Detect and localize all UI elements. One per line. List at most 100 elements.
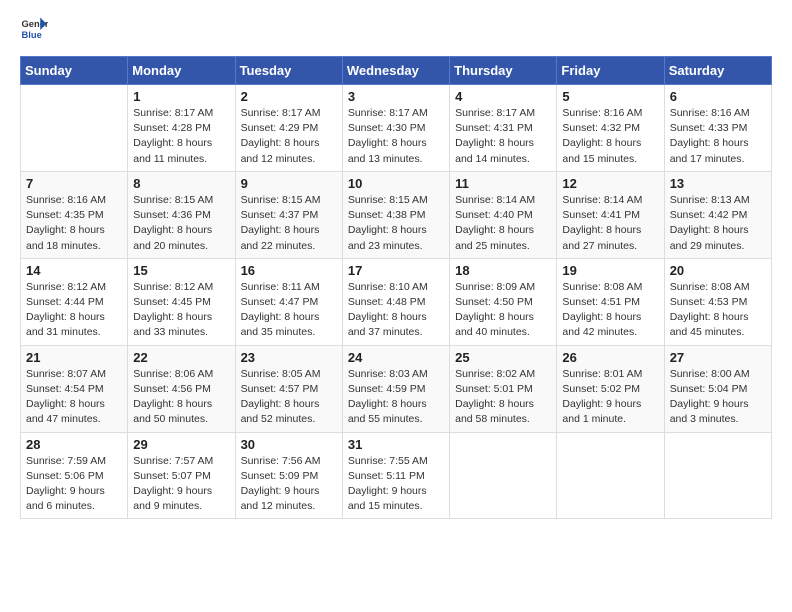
day-number: 5 — [562, 89, 658, 104]
calendar-cell — [664, 432, 771, 519]
calendar-cell: 14 Sunrise: 8:12 AM Sunset: 4:44 PM Dayli… — [21, 258, 128, 345]
calendar-cell — [557, 432, 664, 519]
day-number: 26 — [562, 350, 658, 365]
day-number: 16 — [241, 263, 337, 278]
day-info: Sunrise: 8:17 AM Sunset: 4:30 PM Dayligh… — [348, 106, 444, 167]
day-number: 18 — [455, 263, 551, 278]
day-number: 27 — [670, 350, 766, 365]
calendar-cell: 8 Sunrise: 8:15 AM Sunset: 4:36 PM Daylig… — [128, 171, 235, 258]
day-info: Sunrise: 8:15 AM Sunset: 4:36 PM Dayligh… — [133, 193, 229, 254]
day-number: 20 — [670, 263, 766, 278]
calendar-cell: 16Sunrise: 8:11 AM Sunset: 4:47 PM Dayli… — [235, 258, 342, 345]
day-number: 11 — [455, 176, 551, 191]
header-day-friday: Friday — [557, 57, 664, 85]
calendar-cell: 25 Sunrise: 8:02 AM Sunset: 5:01 PM Dayli… — [450, 345, 557, 432]
calendar-cell: 3 Sunrise: 8:17 AM Sunset: 4:30 PM Daylig… — [342, 85, 449, 172]
day-number: 28 — [26, 437, 122, 452]
calendar-cell: 2 Sunrise: 8:17 AM Sunset: 4:29 PM Daylig… — [235, 85, 342, 172]
day-info: Sunrise: 8:12 AM Sunset: 4:45 PM Dayligh… — [133, 280, 229, 341]
day-number: 22 — [133, 350, 229, 365]
week-row-1: 1Sunrise: 8:17 AM Sunset: 4:28 PM Daylig… — [21, 85, 772, 172]
day-info: Sunrise: 8:01 AM Sunset: 5:02 PM Dayligh… — [562, 367, 658, 428]
day-number: 19 — [562, 263, 658, 278]
calendar-cell: 21 Sunrise: 8:07 AM Sunset: 4:54 PM Dayli… — [21, 345, 128, 432]
week-row-5: 28 Sunrise: 7:59 AM Sunset: 5:06 PM Dayli… — [21, 432, 772, 519]
calendar-cell: 26 Sunrise: 8:01 AM Sunset: 5:02 PM Dayli… — [557, 345, 664, 432]
calendar-cell: 12 Sunrise: 8:14 AM Sunset: 4:41 PM Dayli… — [557, 171, 664, 258]
day-info: Sunrise: 8:05 AM Sunset: 4:57 PM Dayligh… — [241, 367, 337, 428]
header-row: SundayMondayTuesdayWednesdayThursdayFrid… — [21, 57, 772, 85]
calendar-cell: 10 Sunrise: 8:15 AM Sunset: 4:38 PM Dayli… — [342, 171, 449, 258]
day-number: 4 — [455, 89, 551, 104]
day-info: Sunrise: 8:08 AM Sunset: 4:51 PM Dayligh… — [562, 280, 658, 341]
calendar-cell: 28 Sunrise: 7:59 AM Sunset: 5:06 PM Dayli… — [21, 432, 128, 519]
day-info: Sunrise: 8:12 AM Sunset: 4:44 PM Dayligh… — [26, 280, 122, 341]
calendar-table: SundayMondayTuesdayWednesdayThursdayFrid… — [20, 56, 772, 519]
day-number: 13 — [670, 176, 766, 191]
day-info: Sunrise: 8:14 AM Sunset: 4:40 PM Dayligh… — [455, 193, 551, 254]
calendar-cell: 20 Sunrise: 8:08 AM Sunset: 4:53 PM Dayli… — [664, 258, 771, 345]
day-number: 10 — [348, 176, 444, 191]
calendar-cell: 6 Sunrise: 8:16 AM Sunset: 4:33 PM Daylig… — [664, 85, 771, 172]
day-info: Sunrise: 8:00 AM Sunset: 5:04 PM Dayligh… — [670, 367, 766, 428]
calendar-cell: 11 Sunrise: 8:14 AM Sunset: 4:40 PM Dayli… — [450, 171, 557, 258]
day-number: 1 — [133, 89, 229, 104]
day-number: 25 — [455, 350, 551, 365]
day-info: Sunrise: 8:15 AM Sunset: 4:38 PM Dayligh… — [348, 193, 444, 254]
day-number: 6 — [670, 89, 766, 104]
calendar-cell: 18 Sunrise: 8:09 AM Sunset: 4:50 PM Dayli… — [450, 258, 557, 345]
day-number: 21 — [26, 350, 122, 365]
day-number: 2 — [241, 89, 337, 104]
calendar-cell: 22 Sunrise: 8:06 AM Sunset: 4:56 PM Dayli… — [128, 345, 235, 432]
calendar-cell — [21, 85, 128, 172]
day-info: Sunrise: 8:06 AM Sunset: 4:56 PM Dayligh… — [133, 367, 229, 428]
day-info: Sunrise: 8:16 AM Sunset: 4:32 PM Dayligh… — [562, 106, 658, 167]
day-info: Sunrise: 7:57 AM Sunset: 5:07 PM Dayligh… — [133, 454, 229, 515]
calendar-cell: 1Sunrise: 8:17 AM Sunset: 4:28 PM Daylig… — [128, 85, 235, 172]
day-number: 9 — [241, 176, 337, 191]
calendar-cell: 9Sunrise: 8:15 AM Sunset: 4:37 PM Daylig… — [235, 171, 342, 258]
page-header: General Blue — [20, 16, 772, 44]
calendar-cell: 13 Sunrise: 8:13 AM Sunset: 4:42 PM Dayli… — [664, 171, 771, 258]
svg-text:Blue: Blue — [22, 30, 42, 40]
calendar-body: 1Sunrise: 8:17 AM Sunset: 4:28 PM Daylig… — [21, 85, 772, 519]
logo: General Blue — [20, 16, 48, 44]
day-info: Sunrise: 8:03 AM Sunset: 4:59 PM Dayligh… — [348, 367, 444, 428]
day-info: Sunrise: 8:07 AM Sunset: 4:54 PM Dayligh… — [26, 367, 122, 428]
day-number: 12 — [562, 176, 658, 191]
week-row-4: 21 Sunrise: 8:07 AM Sunset: 4:54 PM Dayli… — [21, 345, 772, 432]
calendar-cell: 29 Sunrise: 7:57 AM Sunset: 5:07 PM Dayli… — [128, 432, 235, 519]
header-day-tuesday: Tuesday — [235, 57, 342, 85]
day-info: Sunrise: 7:55 AM Sunset: 5:11 PM Dayligh… — [348, 454, 444, 515]
day-number: 8 — [133, 176, 229, 191]
calendar-cell: 7 Sunrise: 8:16 AM Sunset: 4:35 PM Daylig… — [21, 171, 128, 258]
week-row-2: 7 Sunrise: 8:16 AM Sunset: 4:35 PM Daylig… — [21, 171, 772, 258]
day-number: 30 — [241, 437, 337, 452]
day-info: Sunrise: 8:14 AM Sunset: 4:41 PM Dayligh… — [562, 193, 658, 254]
day-info: Sunrise: 8:16 AM Sunset: 4:35 PM Dayligh… — [26, 193, 122, 254]
day-info: Sunrise: 8:09 AM Sunset: 4:50 PM Dayligh… — [455, 280, 551, 341]
day-info: Sunrise: 7:56 AM Sunset: 5:09 PM Dayligh… — [241, 454, 337, 515]
day-number: 23 — [241, 350, 337, 365]
day-number: 31 — [348, 437, 444, 452]
day-info: Sunrise: 8:17 AM Sunset: 4:31 PM Dayligh… — [455, 106, 551, 167]
day-info: Sunrise: 8:13 AM Sunset: 4:42 PM Dayligh… — [670, 193, 766, 254]
day-info: Sunrise: 8:08 AM Sunset: 4:53 PM Dayligh… — [670, 280, 766, 341]
calendar-cell: 31 Sunrise: 7:55 AM Sunset: 5:11 PM Dayli… — [342, 432, 449, 519]
day-number: 15 — [133, 263, 229, 278]
day-info: Sunrise: 8:02 AM Sunset: 5:01 PM Dayligh… — [455, 367, 551, 428]
calendar-cell: 4 Sunrise: 8:17 AM Sunset: 4:31 PM Daylig… — [450, 85, 557, 172]
day-number: 17 — [348, 263, 444, 278]
day-number: 3 — [348, 89, 444, 104]
day-number: 14 — [26, 263, 122, 278]
day-info: Sunrise: 8:16 AM Sunset: 4:33 PM Dayligh… — [670, 106, 766, 167]
day-info: Sunrise: 8:10 AM Sunset: 4:48 PM Dayligh… — [348, 280, 444, 341]
calendar-cell: 27 Sunrise: 8:00 AM Sunset: 5:04 PM Dayli… — [664, 345, 771, 432]
day-info: Sunrise: 7:59 AM Sunset: 5:06 PM Dayligh… — [26, 454, 122, 515]
calendar-cell: 17 Sunrise: 8:10 AM Sunset: 4:48 PM Dayli… — [342, 258, 449, 345]
day-number: 7 — [26, 176, 122, 191]
header-day-thursday: Thursday — [450, 57, 557, 85]
day-number: 29 — [133, 437, 229, 452]
day-info: Sunrise: 8:17 AM Sunset: 4:29 PM Dayligh… — [241, 106, 337, 167]
week-row-3: 14 Sunrise: 8:12 AM Sunset: 4:44 PM Dayli… — [21, 258, 772, 345]
